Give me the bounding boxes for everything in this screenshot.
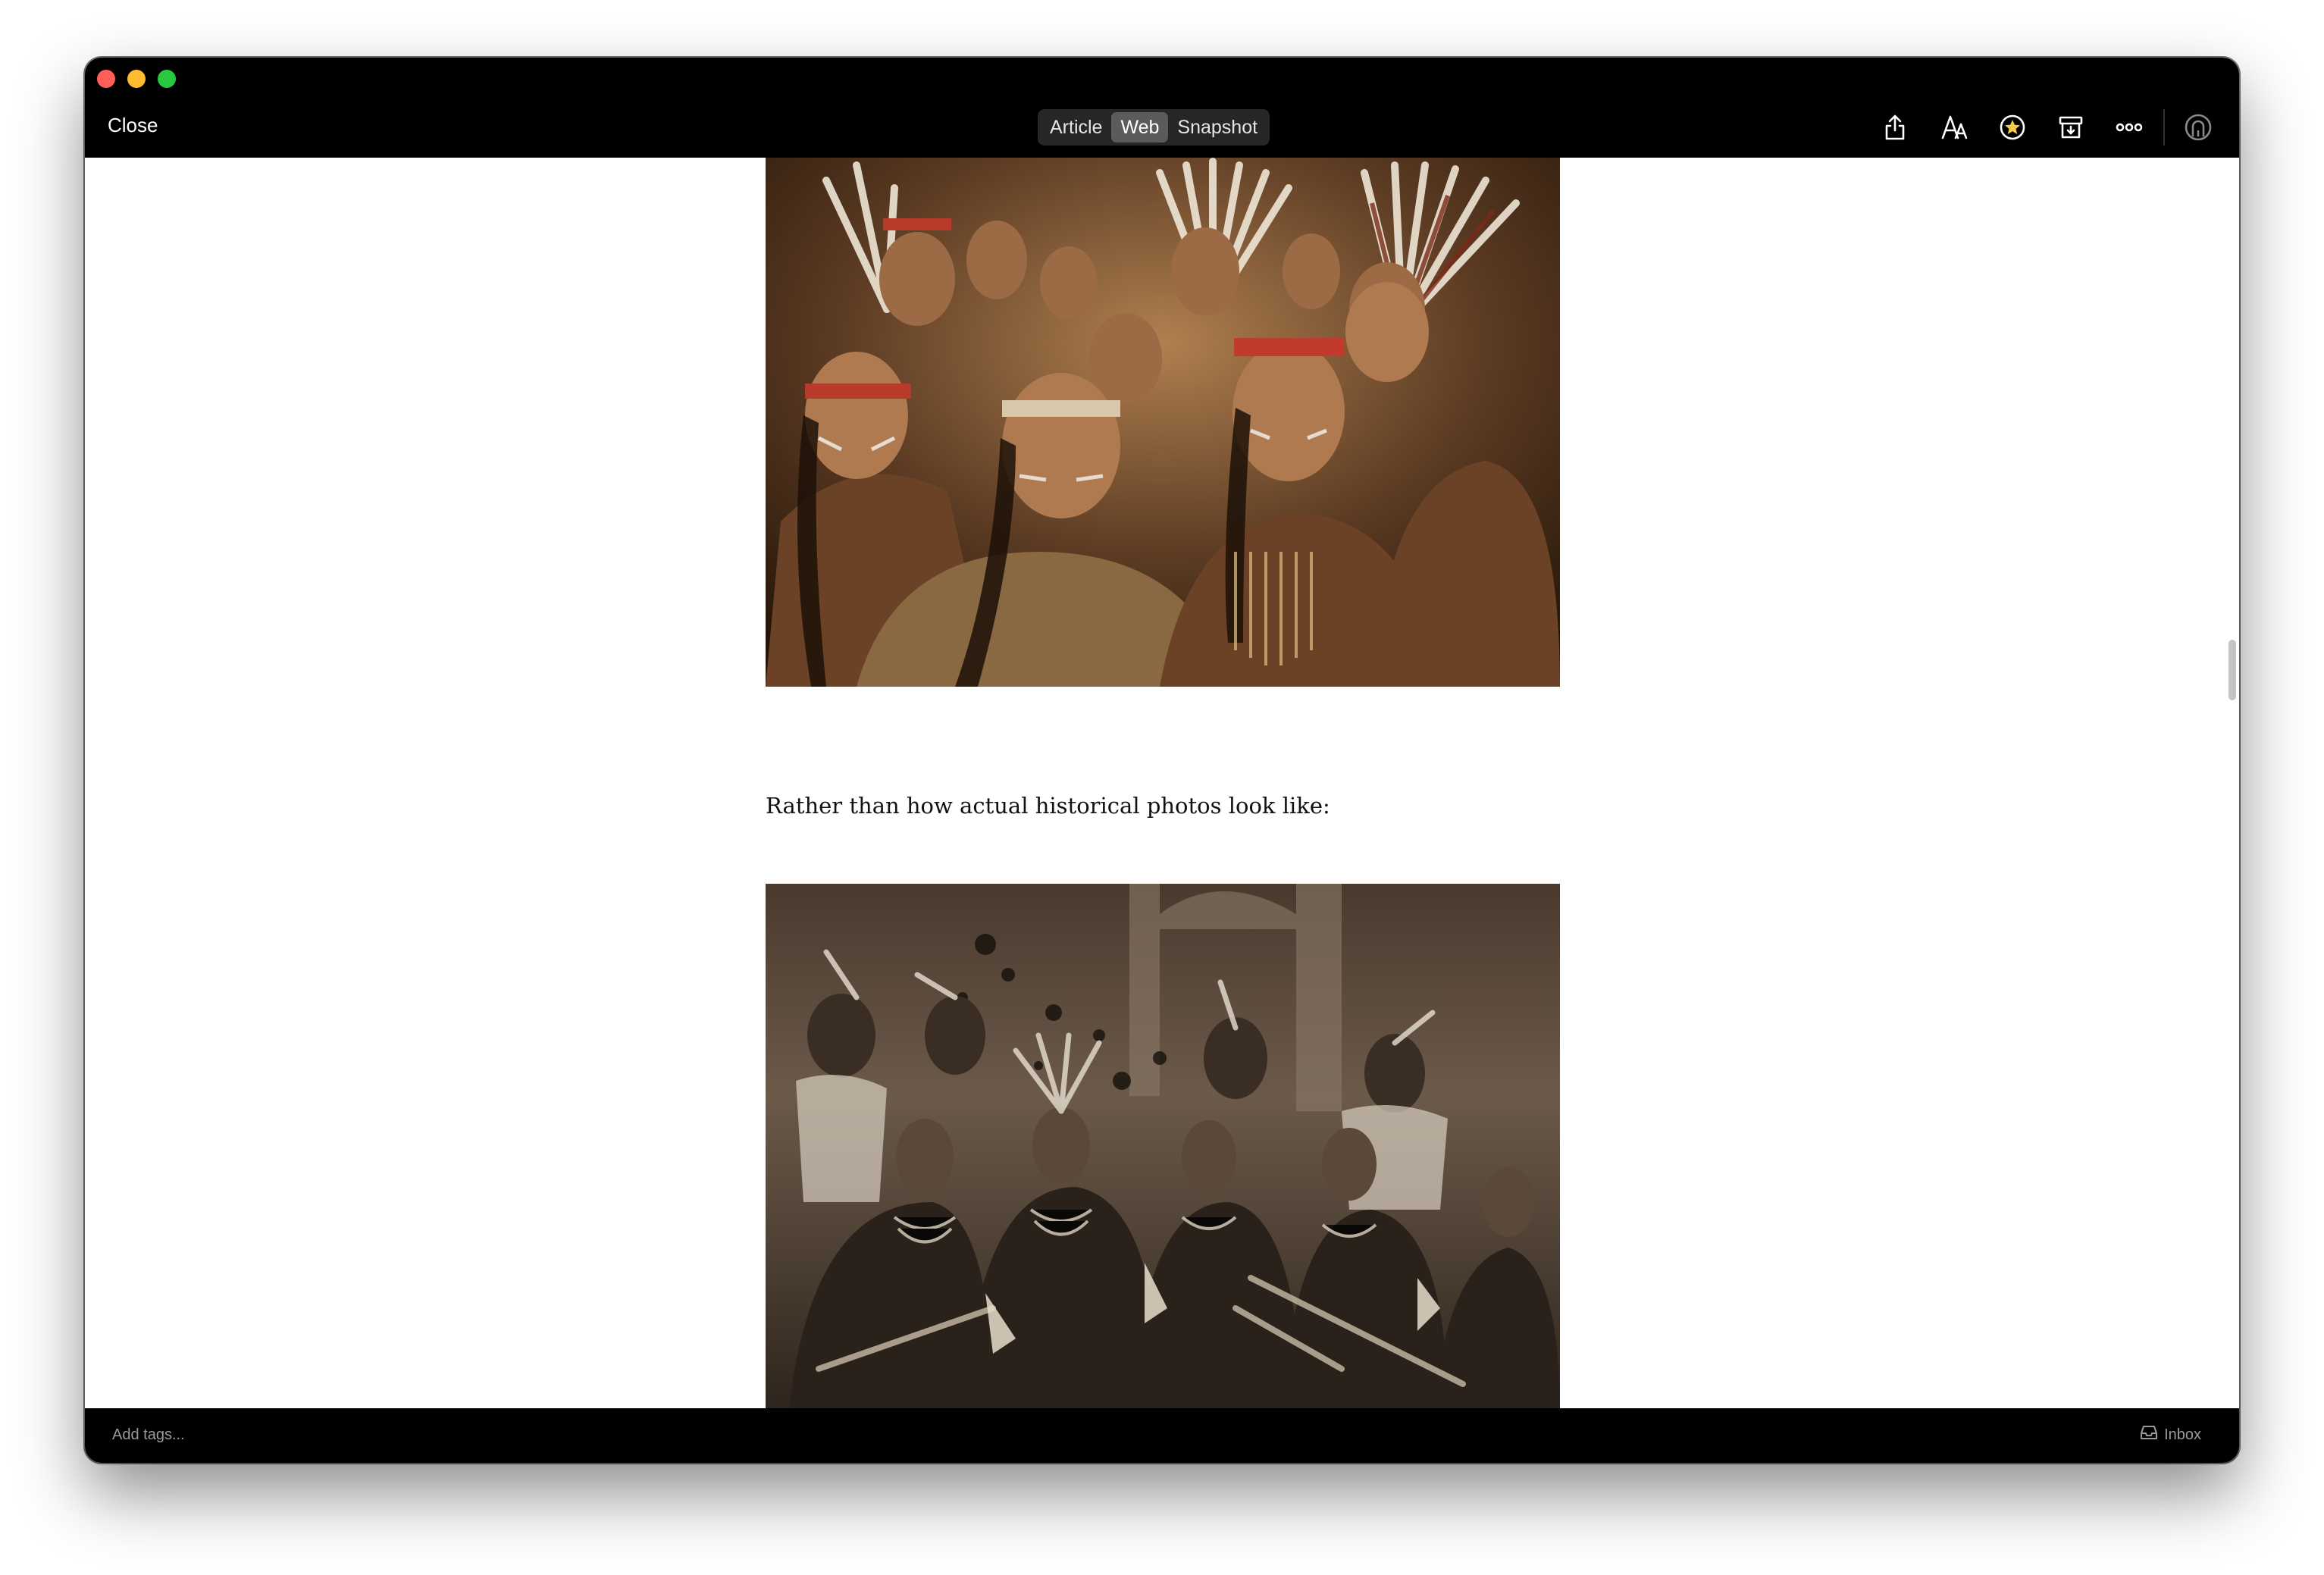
bottom-bar: Add tags... Inbox <box>85 1408 2239 1463</box>
reader-window: Close Article Web Snapshot Rather than h… <box>85 58 2239 1463</box>
title-bar: Close Article Web Snapshot <box>85 58 2239 158</box>
favorite-star-icon[interactable] <box>1997 112 2028 142</box>
tab-article[interactable]: Article <box>1041 112 1111 142</box>
more-icon[interactable] <box>2114 112 2144 142</box>
text-style-icon[interactable] <box>1939 112 1969 142</box>
window-zoom-control[interactable] <box>158 70 176 88</box>
article-paragraph: Rather than how actual historical photos… <box>766 793 1330 819</box>
inbox-location-button[interactable]: Inbox <box>2140 1425 2201 1445</box>
historical-group-photo <box>766 884 1560 1408</box>
share-icon[interactable] <box>1880 112 1910 142</box>
window-minimize-control[interactable] <box>127 70 146 88</box>
view-mode-switcher: Article Web Snapshot <box>1038 109 1270 146</box>
toolbar-divider <box>2163 109 2165 146</box>
archive-icon[interactable] <box>2056 112 2086 142</box>
inbox-label: Inbox <box>2164 1426 2201 1443</box>
color-group-photo <box>766 158 1560 687</box>
account-icon[interactable] <box>2183 112 2213 142</box>
tab-web[interactable]: Web <box>1111 112 1169 142</box>
close-button[interactable]: Close <box>108 114 158 137</box>
inbox-tray-icon <box>2140 1425 2158 1445</box>
web-content[interactable]: Rather than how actual historical photos… <box>85 158 2239 1408</box>
add-tags-field[interactable]: Add tags... <box>112 1426 185 1444</box>
window-close-control[interactable] <box>97 70 115 88</box>
vertical-scrollbar[interactable] <box>2228 640 2236 700</box>
tab-snapshot[interactable]: Snapshot <box>1168 112 1267 142</box>
